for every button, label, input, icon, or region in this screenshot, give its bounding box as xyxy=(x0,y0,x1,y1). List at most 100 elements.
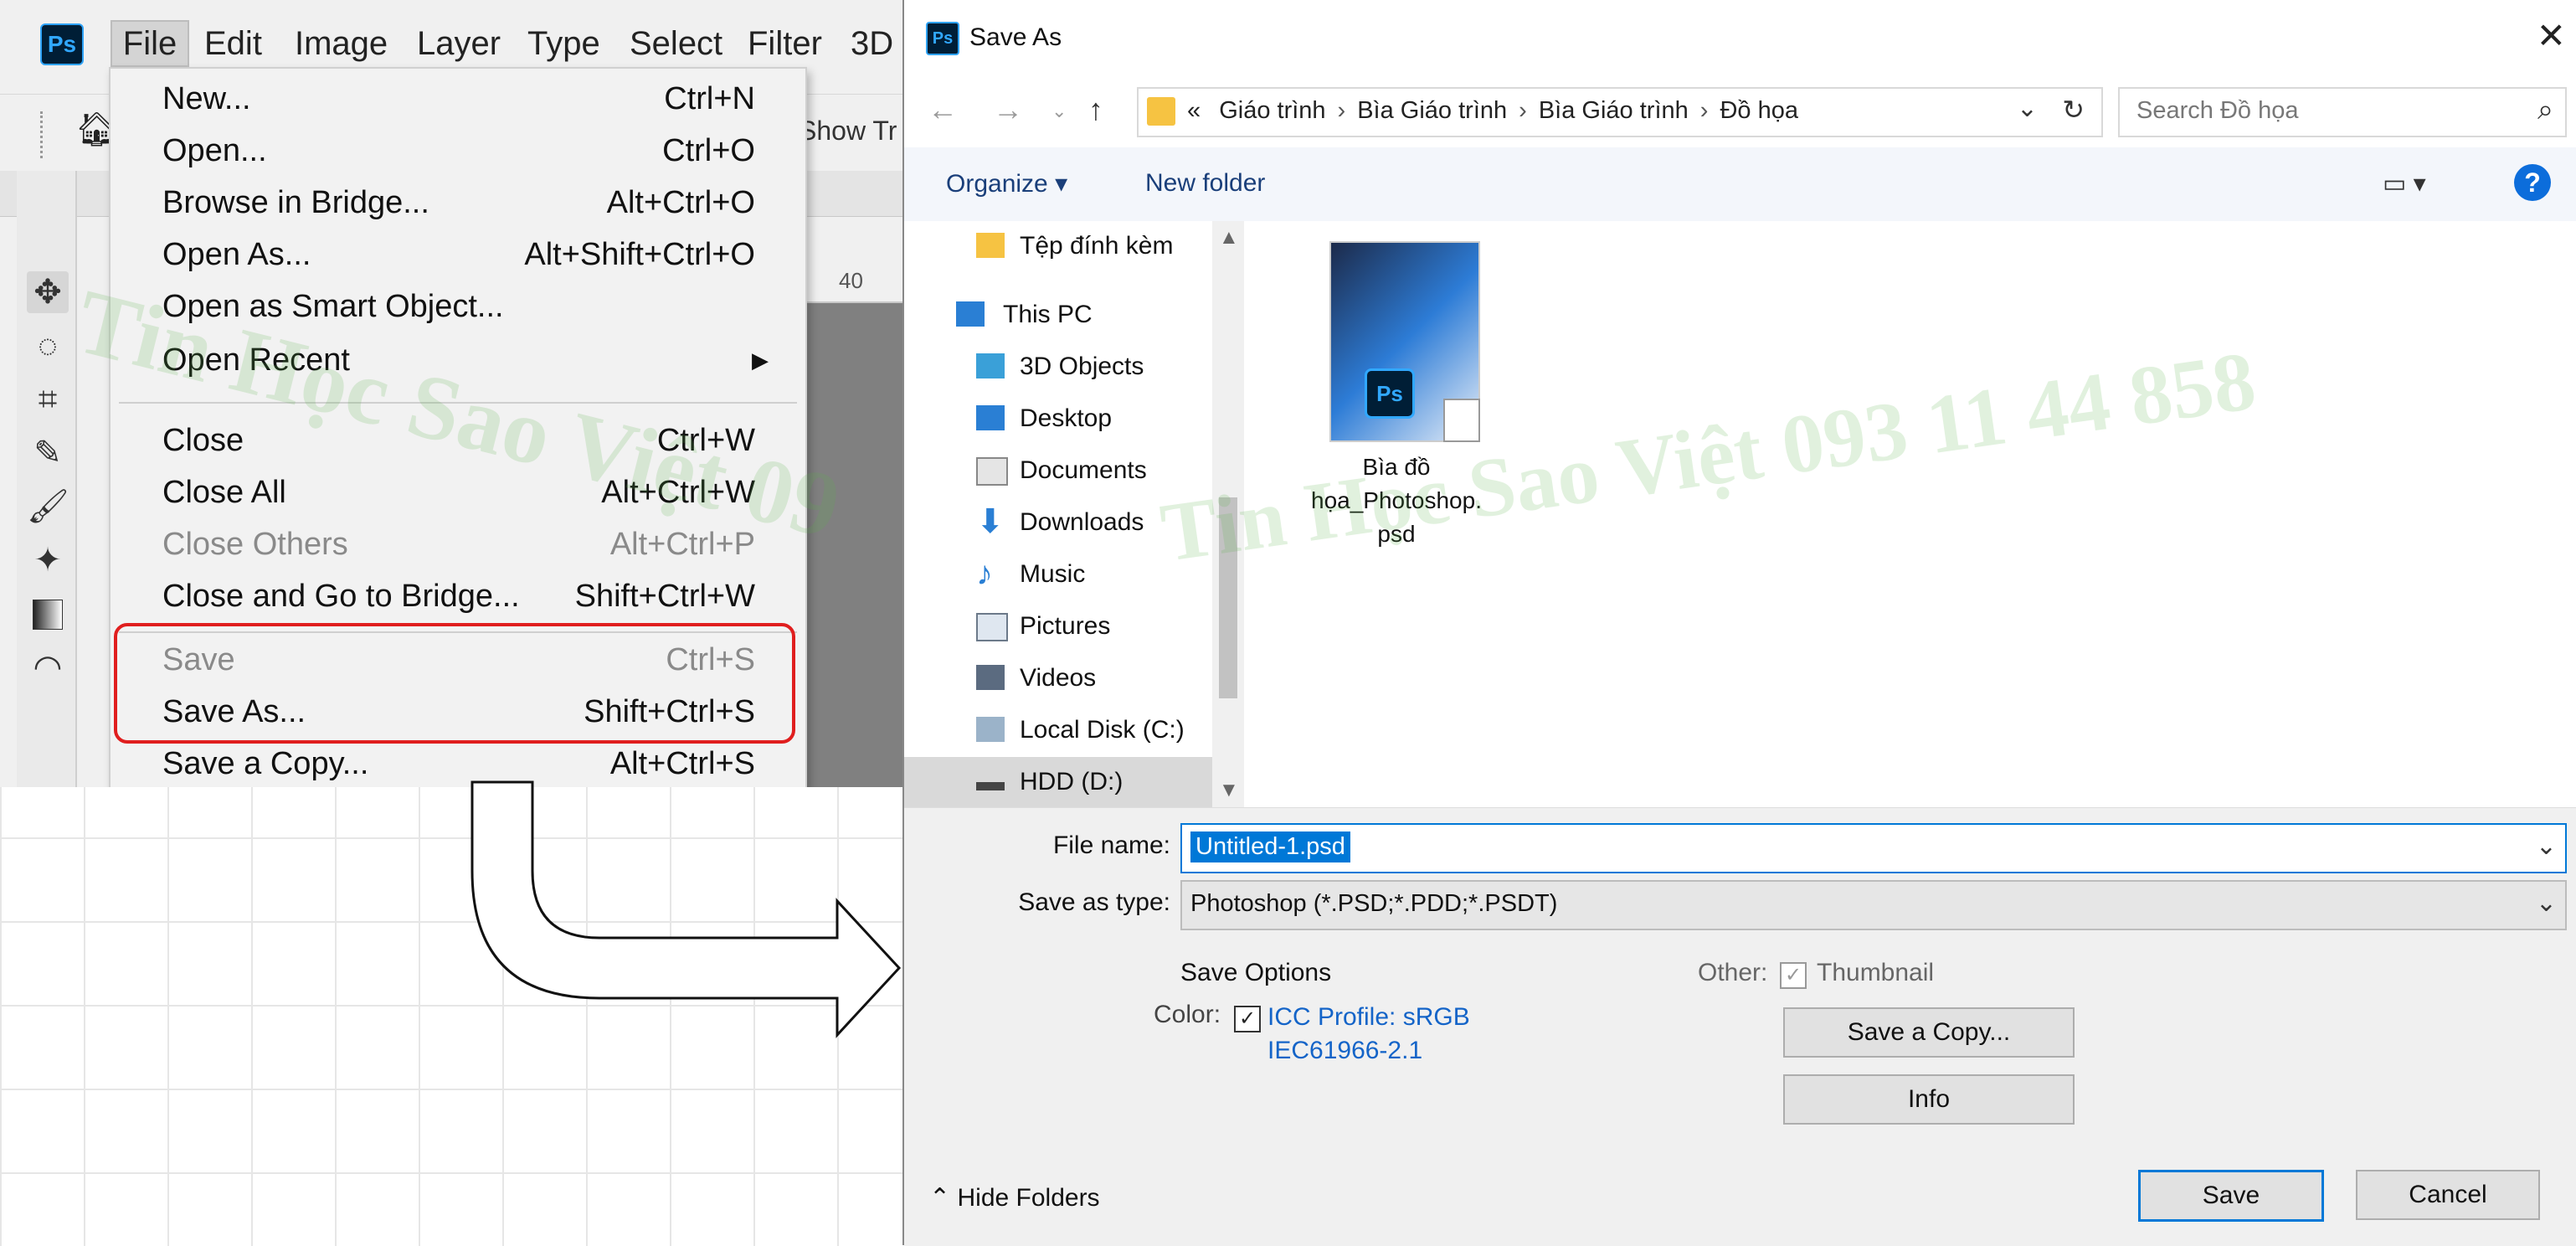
chevron-down-icon[interactable]: ⌄ xyxy=(2536,832,2557,861)
menu-item-open-as[interactable]: Open As... Alt+Shift+Ctrl+O xyxy=(162,229,755,280)
nav-item-documents[interactable]: Documents xyxy=(904,445,1214,496)
menu-item-open[interactable]: Open... Ctrl+O xyxy=(162,126,755,176)
view-options-icon[interactable]: ▭ ▾ xyxy=(2383,169,2426,198)
chevron-down-icon[interactable]: ⌄ xyxy=(2017,94,2038,123)
history-brush-icon[interactable]: ✦ xyxy=(27,539,69,581)
menu-item-open-smart-object[interactable]: Open as Smart Object... xyxy=(162,281,755,332)
shortcut: Alt+Ctrl+O xyxy=(606,185,755,220)
nav-item-3d-objects[interactable]: 3D Objects xyxy=(904,342,1214,392)
chevron-up-icon[interactable]: ▲ xyxy=(1219,226,1239,250)
nav-item-this-pc[interactable]: This PC xyxy=(904,290,1214,340)
nav-item-local-disk-c[interactable]: Local Disk (C:) xyxy=(904,705,1214,755)
save-as-dialog: Ps Save As ✕ ← → ⌄ ↑ « Giáo trình › Bìa Gi… xyxy=(902,0,2576,1246)
menu-layer[interactable]: Layer xyxy=(417,22,501,65)
menu-file[interactable]: File xyxy=(111,20,189,67)
info-button[interactable]: Info xyxy=(1783,1074,2075,1125)
nav-item-attachments[interactable]: Tệp đính kèm xyxy=(904,221,1214,271)
search-box[interactable]: Search Đồ họa ⌕ xyxy=(2118,87,2567,137)
nav-item-pictures[interactable]: Pictures xyxy=(904,601,1214,651)
label: Browse in Bridge... xyxy=(162,185,429,220)
cancel-button[interactable]: Cancel xyxy=(2356,1170,2540,1220)
videos-icon xyxy=(976,665,1005,690)
thumbnail-checkbox: ✓ xyxy=(1780,962,1807,989)
new-folder-button[interactable]: New folder xyxy=(1145,169,1265,198)
label: Close All xyxy=(162,475,286,510)
ruler-number: 40 xyxy=(839,268,863,293)
breadcrumb-overflow[interactable]: « xyxy=(1187,97,1201,124)
forward-arrow-icon[interactable]: → xyxy=(993,92,1023,127)
label: Close and Go to Bridge... xyxy=(162,579,520,614)
folder-icon xyxy=(976,233,1005,258)
brush-tool-icon[interactable]: 🖌︎ xyxy=(27,486,69,528)
save-as-type-select[interactable]: Photoshop (*.PSD;*.PDD;*.PSDT) ⌄ xyxy=(1180,880,2567,930)
file-name-label: File name: xyxy=(1052,832,1170,859)
label: Open As... xyxy=(162,237,311,272)
file-name-line: psd xyxy=(1377,521,1416,547)
menu-item-browse-bridge[interactable]: Browse in Bridge... Alt+Ctrl+O xyxy=(162,178,755,228)
menu-item-open-recent[interactable]: Open Recent ▶ xyxy=(162,335,769,385)
menu-item-new[interactable]: New... Ctrl+N xyxy=(162,74,755,124)
nav-item-downloads[interactable]: ⬇ Downloads xyxy=(904,497,1214,548)
move-tool-icon[interactable]: ✥ xyxy=(27,271,69,313)
hide-folders-toggle[interactable]: ⌃ Hide Folders xyxy=(929,1183,1100,1213)
save-as-type-label: Save as type: xyxy=(1018,888,1170,916)
icc-line: IEC61966-2.1 xyxy=(1267,1037,1423,1064)
shortcut: Ctrl+N xyxy=(664,81,755,116)
icc-profile-checkbox[interactable]: ✓ xyxy=(1234,1006,1261,1032)
address-bar[interactable]: « Giáo trình › Bìa Giáo trình › Bìa Giáo trì… xyxy=(1137,87,2103,137)
breadcrumb-item[interactable]: Bìa Giáo trình xyxy=(1539,97,1689,124)
color-label: Color: xyxy=(1154,1001,1221,1028)
breadcrumb: « Giáo trình › Bìa Giáo trình › Bìa Giáo trì… xyxy=(1187,97,1798,125)
nav-item-videos[interactable]: Videos xyxy=(904,653,1214,703)
menu-item-close[interactable]: Close Ctrl+W xyxy=(162,415,755,466)
thumbnail-label: Thumbnail xyxy=(1817,959,1935,986)
breadcrumb-item[interactable]: Giáo trình xyxy=(1219,97,1325,124)
nav-item-music[interactable]: ♪ Music xyxy=(904,549,1214,600)
chevron-right-icon: › xyxy=(1519,97,1527,124)
file-list: Ps Bìa đồ họa_Photoshop. psd xyxy=(1246,221,2576,807)
back-arrow-icon[interactable]: ← xyxy=(928,92,958,127)
menu-edit[interactable]: Edit xyxy=(204,22,262,65)
show-transform-controls[interactable]: Show Tr xyxy=(799,116,897,147)
menu-item-close-all[interactable]: Close All Alt+Ctrl+W xyxy=(162,467,755,517)
close-icon[interactable]: ✕ xyxy=(2537,15,2566,56)
save-a-copy-button[interactable]: Save a Copy... xyxy=(1783,1007,2075,1058)
nav-label: Downloads xyxy=(1020,508,1144,536)
file-name-input[interactable]: Untitled-1.psd ⌄ xyxy=(1180,823,2567,873)
chevron-down-icon[interactable]: ⌄ xyxy=(2536,888,2557,918)
help-icon[interactable]: ? xyxy=(2514,164,2551,201)
save-options-area: File name: Untitled-1.psd ⌄ Save as type… xyxy=(904,807,2576,1246)
drive-icon xyxy=(976,717,1005,742)
grip-icon xyxy=(40,111,48,158)
photoshop-window: Ps File Edit Image Layer Type Select Fil… xyxy=(0,0,902,787)
menu-item-close-go-bridge[interactable]: Close and Go to Bridge... Shift+Ctrl+W xyxy=(162,571,755,621)
organize-button[interactable]: Organize ▾ xyxy=(946,169,1067,198)
breadcrumb-item[interactable]: Đồ họa xyxy=(1720,97,1798,124)
menu-select[interactable]: Select xyxy=(630,22,722,65)
lasso-tool-icon[interactable]: ◌ xyxy=(27,325,69,367)
chevron-down-icon[interactable]: ▼ xyxy=(1219,779,1239,802)
eyedropper-tool-icon[interactable]: ✎ xyxy=(27,432,69,474)
file-name-line: Bìa đồ xyxy=(1362,454,1431,480)
file-name-value: Untitled-1.psd xyxy=(1190,832,1350,862)
refresh-icon[interactable]: ↻ xyxy=(2062,94,2085,126)
breadcrumb-item[interactable]: Bìa Giáo trình xyxy=(1357,97,1507,124)
menu-image[interactable]: Image xyxy=(295,22,388,65)
gradient-tool-icon[interactable] xyxy=(27,593,69,635)
menu-type[interactable]: Type xyxy=(527,22,600,65)
menu-filter[interactable]: Filter xyxy=(748,22,822,65)
save-button[interactable]: Save xyxy=(2138,1170,2324,1222)
up-arrow-icon[interactable]: ↑ xyxy=(1088,92,1103,127)
nav-scrollbar[interactable]: ▲ ▼ xyxy=(1212,221,1244,807)
pen-tool-icon[interactable]: ◠ xyxy=(27,646,69,688)
nav-item-hdd-d[interactable]: HDD (D:) xyxy=(904,757,1214,807)
recent-dropdown-icon[interactable]: ⌄ xyxy=(1051,100,1067,122)
menu-3d[interactable]: 3D xyxy=(851,22,893,65)
shortcut: Ctrl+W xyxy=(656,423,755,458)
nav-item-desktop[interactable]: Desktop xyxy=(904,394,1214,444)
nav-label: This PC xyxy=(1003,301,1093,328)
search-icon[interactable]: ⌕ xyxy=(2537,94,2553,126)
scrollbar-thumb[interactable] xyxy=(1219,497,1237,698)
flow-arrow-icon xyxy=(470,780,902,1038)
crop-tool-icon[interactable]: ⌗ xyxy=(27,378,69,420)
